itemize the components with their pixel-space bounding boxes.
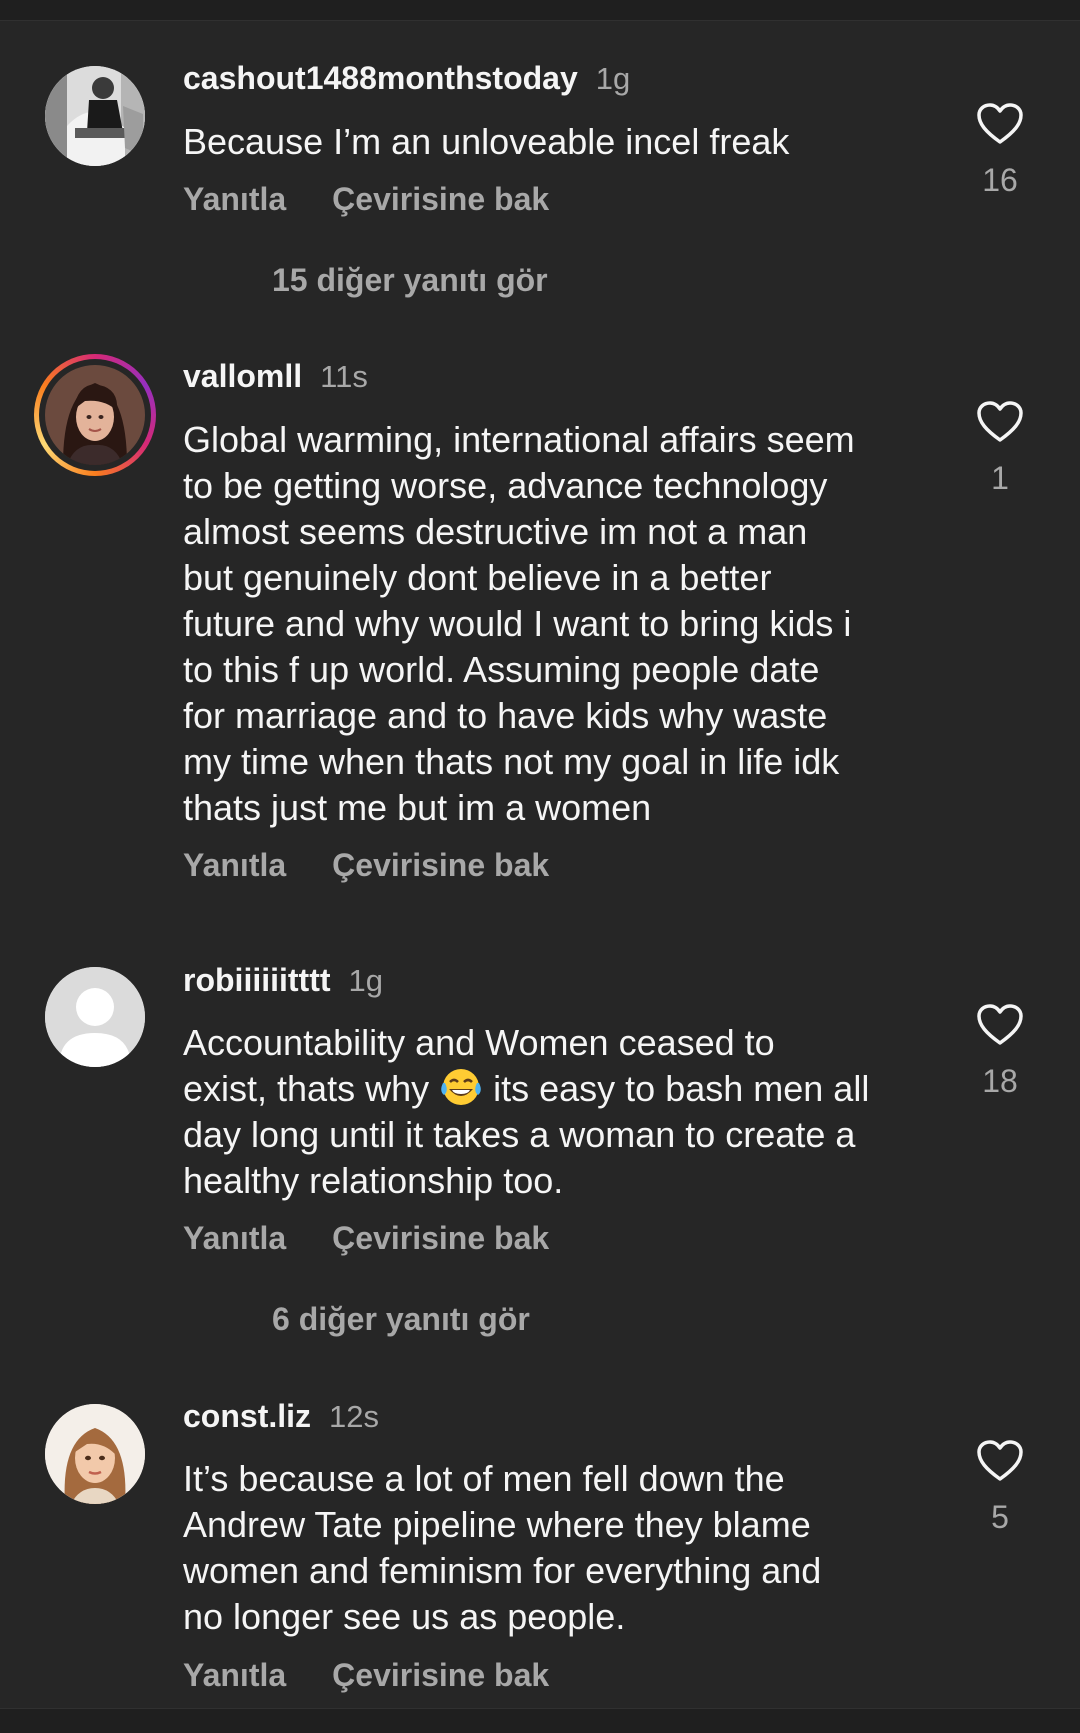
username[interactable]: vallomll [183, 358, 302, 395]
username[interactable]: robiiiiiitttt [183, 962, 331, 999]
heart-outline-icon[interactable] [976, 1439, 1024, 1483]
bottom-divider [0, 1708, 1080, 1733]
face-with-tears-of-joy-icon [441, 1069, 481, 1105]
comment-meta: robiiiiiitttt 1g [183, 962, 383, 1002]
reply-button[interactable]: Yanıtla [183, 847, 286, 884]
see-translation-button[interactable]: Çevirisine bak [332, 1657, 549, 1694]
comment-actions: Yanıtla Çevirisine bak [183, 1657, 549, 1694]
comment-text: It’s because a lot of men fell down the … [183, 1456, 928, 1640]
heart-outline-icon[interactable] [976, 102, 1024, 146]
like-count: 5 [991, 1499, 1009, 1535]
comment-text-line: healthy relationship too. [183, 1160, 564, 1201]
comment-text-line: to this f up world. Assuming people date [183, 649, 820, 690]
see-translation-button[interactable]: Çevirisine bak [332, 847, 549, 884]
avatar [45, 365, 145, 465]
comment-text-line: thats just me but im a women [183, 787, 652, 828]
reply-button[interactable]: Yanıtla [183, 1657, 286, 1694]
comment-text-line: women and feminism for everything and [183, 1550, 822, 1591]
bw-photo-avatar-icon [45, 66, 145, 166]
comment-actions: Yanıtla Çevirisine bak [183, 1220, 549, 1257]
comment-text-line: day long until it takes a woman to creat… [183, 1114, 856, 1155]
like-control: 18 [970, 1003, 1030, 1100]
comment-text-line: It’s because a lot of men fell down the [183, 1458, 785, 1499]
comment-actions: Yanıtla Çevirisine bak [183, 847, 549, 884]
comment-text: Because I’m an unloveable incel freak [183, 119, 928, 165]
default-user-avatar-icon [45, 967, 145, 1067]
comment-meta: const.liz 12s [183, 1398, 379, 1438]
timestamp: 1g [595, 61, 631, 96]
heart-outline-icon[interactable] [976, 400, 1024, 444]
see-translation-button[interactable]: Çevirisine bak [332, 181, 549, 218]
comment-text: Global warming, international affairs se… [183, 417, 928, 831]
heart-outline-icon[interactable] [976, 1003, 1024, 1047]
like-count: 18 [982, 1063, 1018, 1099]
like-control: 1 [970, 400, 1030, 497]
comment-text-line: my time when thats not my goal in life i… [183, 741, 840, 782]
comment-meta: cashout1488monthstoday 1g [183, 60, 630, 100]
comment-text-line: for marriage and to have kids why waste [183, 695, 828, 736]
comment-text-line: to be getting worse, advance technology [183, 465, 828, 506]
reply-button[interactable]: Yanıtla [183, 1220, 286, 1257]
timestamp: 12s [329, 1399, 379, 1434]
comment-text-fragment: its easy to bash men all [493, 1068, 870, 1109]
avatar[interactable] [45, 66, 145, 166]
comment-text-line: future and why would I want to bring kid… [183, 603, 852, 644]
see-translation-button[interactable]: Çevirisine bak [332, 1220, 549, 1257]
like-control: 5 [970, 1439, 1030, 1536]
username[interactable]: cashout1488monthstoday [183, 60, 578, 97]
story-ring[interactable] [34, 354, 156, 476]
comment-actions: Yanıtla Çevirisine bak [183, 181, 549, 218]
comment-meta: vallomll 11s [183, 358, 368, 398]
comment-text-line: Because I’m an unloveable incel freak [183, 121, 790, 162]
comment-text-line: Accountability and Women ceased to [183, 1022, 775, 1063]
reply-button[interactable]: Yanıtla [183, 181, 286, 218]
comment-text-line: Global warming, international affairs se… [183, 419, 855, 460]
view-more-replies[interactable]: 15 diğer yanıtı gör [272, 262, 548, 299]
comment-text-line: but genuinely dont believe in a better [183, 557, 772, 598]
avatar[interactable] [45, 967, 145, 1067]
comment-text-line-with-emoji: exist, thats why its easy to bash men al… [183, 1066, 928, 1112]
comment-text-line: almost seems destructive im not a man [183, 511, 808, 552]
illustrated-woman-avatar-icon [45, 1404, 145, 1504]
comment-text-line: no longer see us as people. [183, 1596, 626, 1637]
timestamp: 11s [320, 359, 368, 394]
like-control: 16 [970, 102, 1030, 199]
top-divider [0, 0, 1080, 21]
comment-text-fragment: exist, thats why [183, 1068, 430, 1109]
like-count: 1 [991, 460, 1009, 496]
avatar[interactable] [45, 1404, 145, 1504]
comment-text-line: Andrew Tate pipeline where they blame [183, 1504, 811, 1545]
woman-portrait-avatar-icon [45, 365, 145, 465]
like-count: 16 [982, 162, 1018, 198]
timestamp: 1g [348, 963, 383, 998]
username[interactable]: const.liz [183, 1398, 311, 1435]
comment-text: Accountability and Women ceased to exist… [183, 1020, 928, 1204]
view-more-replies[interactable]: 6 diğer yanıtı gör [272, 1301, 530, 1338]
